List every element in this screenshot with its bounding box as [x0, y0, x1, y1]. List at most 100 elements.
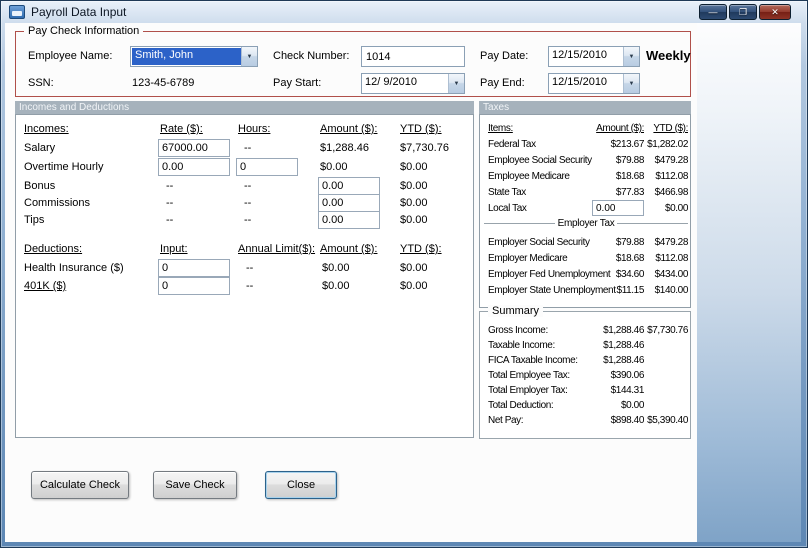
- close-action-button[interactable]: Close: [265, 471, 337, 499]
- commissions-hours: --: [244, 197, 252, 209]
- tax-row-ytd: $466.98: [654, 187, 689, 198]
- income-row-label: Tips: [24, 214, 45, 226]
- pay-frequency-label: Weekly: [646, 48, 691, 63]
- ssn-label: SSN:: [28, 77, 54, 89]
- incomes-deductions-panel: Incomes: Rate ($): Hours: Amount ($): YT…: [15, 114, 474, 438]
- deductions-header: Deductions:: [24, 243, 83, 255]
- window-client-area: Pay Check Information Employee Name: Smi…: [5, 23, 801, 542]
- summary-row-name: Gross Income:: [488, 325, 548, 336]
- commissions-amount-input[interactable]: [318, 194, 380, 212]
- summary-row-amount: $1,288.46: [603, 355, 644, 366]
- minimize-icon: —: [708, 6, 718, 17]
- tax-row-name: State Tax: [488, 187, 526, 198]
- dropdown-arrow-icon[interactable]: ▼: [448, 74, 464, 93]
- summary-row-name: Total Deduction:: [488, 400, 554, 411]
- form-content: Pay Check Information Employee Name: Smi…: [5, 23, 697, 542]
- caption-buttons: — ❐ ✕: [699, 4, 791, 20]
- ytd-header: YTD ($):: [400, 123, 442, 135]
- health-insurance-input[interactable]: [158, 259, 230, 277]
- close-button[interactable]: ✕: [759, 4, 791, 20]
- tax-row-ytd: $1,282.02: [647, 139, 688, 150]
- k401-ytd: $0.00: [400, 280, 428, 292]
- check-number-label: Check Number:: [273, 50, 350, 62]
- pay-date-picker[interactable]: 12/15/2010 ▼: [548, 46, 640, 67]
- close-action-label: Close: [286, 479, 316, 491]
- summary-row-amount: $144.31: [610, 385, 645, 396]
- summary-row-name: Total Employee Tax:: [488, 370, 570, 381]
- summary-row-ytd: $7,730.76: [647, 325, 688, 336]
- tips-hours: --: [244, 214, 252, 226]
- income-row-label: Bonus: [24, 180, 56, 192]
- taxes-panel: Items: Amount ($): YTD ($): Federal Tax …: [479, 114, 691, 308]
- tax-row-name: Local Tax: [488, 203, 527, 214]
- tips-ytd: $0.00: [400, 214, 428, 226]
- paycheck-info-group: Pay Check Information Employee Name: Smi…: [15, 25, 691, 97]
- ssn-value: 123-45-6789: [132, 77, 195, 89]
- salary-rate-input[interactable]: [158, 139, 230, 157]
- section-header-taxes: Taxes: [479, 101, 691, 114]
- salary-amount: $1,288.46: [320, 142, 369, 154]
- income-row-label: Salary: [24, 142, 56, 154]
- tax-row-name: Employee Medicare: [488, 171, 570, 182]
- app-icon: [9, 5, 25, 19]
- calculate-check-button[interactable]: Calculate Check: [31, 471, 129, 499]
- summary-group-label: Summary: [488, 305, 544, 317]
- income-row-label: Overtime Hourly: [24, 161, 104, 173]
- health-insurance-ytd: $0.00: [400, 262, 428, 274]
- tips-rate: --: [166, 214, 174, 226]
- deduction-row-label: Health Insurance ($): [24, 262, 124, 274]
- calculate-check-label: Calculate Check: [39, 479, 121, 491]
- close-icon: ✕: [771, 6, 779, 17]
- tips-amount-input[interactable]: [318, 211, 380, 229]
- dropdown-arrow-icon[interactable]: ▼: [623, 47, 639, 66]
- minimize-button[interactable]: —: [699, 4, 727, 20]
- maximize-button[interactable]: ❐: [729, 4, 757, 20]
- bonus-rate: --: [166, 180, 174, 192]
- pay-end-value: 12/15/2010: [552, 76, 608, 88]
- rate-header: Rate ($):: [160, 123, 203, 135]
- pay-end-picker[interactable]: 12/15/2010 ▼: [548, 73, 640, 94]
- section-header-incomes-deductions: Incomes and Deductions: [15, 101, 474, 114]
- payroll-window: Payroll Data Input — ❐ ✕ Pay Check Infor…: [0, 0, 808, 548]
- summary-row-name: FICA Taxable Income:: [488, 355, 578, 366]
- titlebar[interactable]: Payroll Data Input — ❐ ✕: [1, 1, 807, 23]
- tax-row-ytd: $140.00: [654, 285, 689, 296]
- summary-row-amount: $1,288.46: [603, 340, 644, 351]
- employer-tax-section-label: Employer Tax: [557, 217, 615, 229]
- tax-row-name: Employer Social Security: [488, 237, 590, 248]
- income-row-label: Commissions: [24, 197, 91, 209]
- overtime-amount: $0.00: [320, 161, 348, 173]
- hours-header: Hours:: [238, 123, 271, 135]
- maximize-icon: ❐: [738, 6, 748, 17]
- k401-limit: --: [246, 280, 254, 292]
- bonus-amount-input[interactable]: [318, 177, 380, 195]
- items-header: Items:: [488, 123, 513, 134]
- k401-input[interactable]: [158, 277, 230, 295]
- summary-row-name: Total Employer Tax:: [488, 385, 568, 396]
- employee-name-combobox[interactable]: Smith, John ▼: [130, 46, 258, 67]
- save-check-label: Save Check: [165, 479, 225, 491]
- tax-ytd-header: YTD ($):: [653, 123, 688, 134]
- tax-row-ytd: $479.28: [654, 237, 689, 248]
- tax-row-ytd: $434.00: [654, 269, 689, 280]
- deduction-row-label-401k: 401K ($): [24, 280, 67, 292]
- dropdown-arrow-icon[interactable]: ▼: [241, 47, 257, 66]
- tax-row-ytd: $0.00: [664, 203, 688, 214]
- tax-row-ytd: $479.28: [654, 155, 689, 166]
- check-number-input[interactable]: [361, 46, 465, 67]
- employee-name-label: Employee Name:: [28, 50, 113, 62]
- tax-row-ytd: $112.08: [655, 171, 688, 182]
- employee-name-value: Smith, John: [132, 48, 241, 65]
- overtime-rate-input[interactable]: [158, 158, 230, 176]
- ded-amount-header: Amount ($):: [320, 243, 378, 255]
- pay-start-picker[interactable]: 12/ 9/2010 ▼: [361, 73, 465, 94]
- dropdown-arrow-icon[interactable]: ▼: [623, 74, 639, 93]
- divider-line: [617, 222, 689, 224]
- commissions-rate: --: [166, 197, 174, 209]
- divider-line: [484, 222, 555, 224]
- summary-row-amount: $0.00: [620, 400, 644, 411]
- save-check-button[interactable]: Save Check: [153, 471, 237, 499]
- overtime-hours-input[interactable]: [236, 158, 298, 176]
- bonus-ytd: $0.00: [400, 180, 428, 192]
- summary-row-amount: $390.06: [610, 370, 645, 381]
